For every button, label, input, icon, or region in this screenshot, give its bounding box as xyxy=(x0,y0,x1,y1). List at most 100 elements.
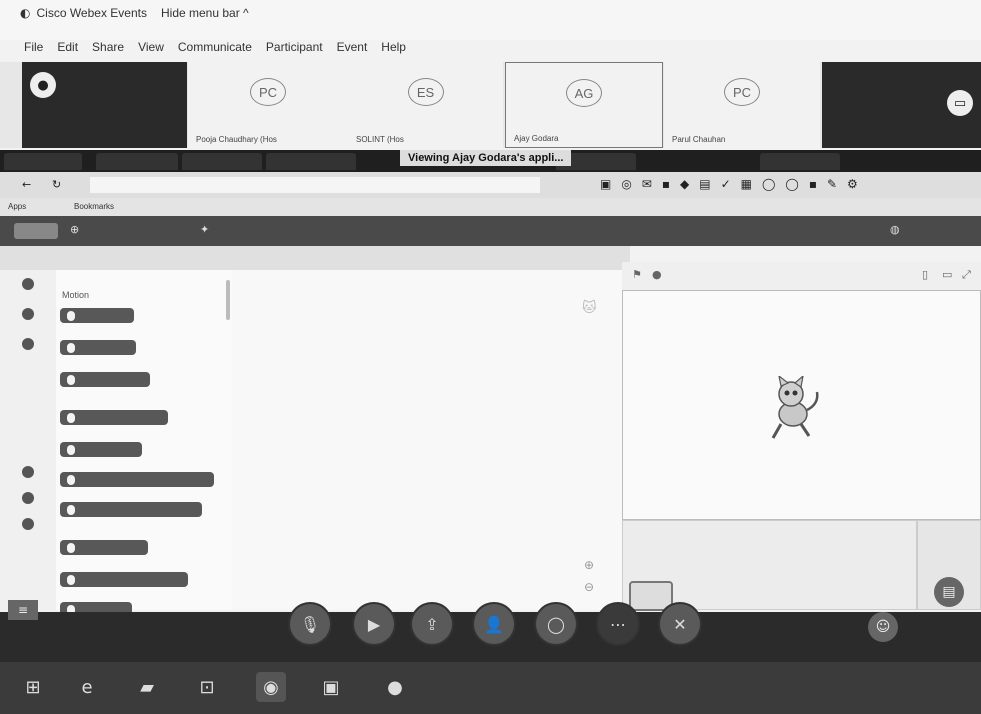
motion-block[interactable] xyxy=(60,472,214,487)
menu-communicate[interactable]: Communicate xyxy=(178,40,252,60)
motion-block[interactable] xyxy=(60,540,148,555)
scratch-cat-sprite[interactable] xyxy=(763,376,823,446)
palette-scrollbar[interactable] xyxy=(226,280,230,320)
participant-name: SOLINT (Hos xyxy=(356,135,404,144)
browser-tab[interactable] xyxy=(182,153,262,170)
edge-browser-icon[interactable]: e xyxy=(72,672,102,702)
extension-icons[interactable]: ▣◎✉▪◆▤✓▦◯◯▪✎⚙ xyxy=(600,177,868,191)
store-icon[interactable]: ⊡ xyxy=(192,672,222,702)
browser-tab[interactable] xyxy=(4,153,82,170)
participant-name: Ajay Godara xyxy=(514,134,559,143)
more-button[interactable]: ⋯ xyxy=(598,604,638,644)
end-call-icon: ✕ xyxy=(673,614,687,634)
browser-tab[interactable] xyxy=(760,153,840,170)
motion-block[interactable] xyxy=(60,502,202,517)
stage-header: ⚑ ● ▯ ▭ ⤢ xyxy=(622,262,981,290)
menu-view[interactable]: View xyxy=(138,40,164,60)
hide-menu-bar-link[interactable]: Hide menu bar ^ xyxy=(161,6,249,20)
reload-icon[interactable]: ↻ xyxy=(52,178,61,191)
start-icon[interactable]: ⊞ xyxy=(18,672,48,702)
category-item[interactable] xyxy=(0,518,56,532)
end-meeting-button[interactable]: ✕ xyxy=(660,604,700,644)
account-icon[interactable]: ◍ xyxy=(890,223,900,236)
participant-tile[interactable]: PC Parul Chauhan xyxy=(664,62,820,148)
sprite-info-panel xyxy=(622,520,917,611)
browser-tab[interactable] xyxy=(96,153,178,170)
category-item[interactable] xyxy=(0,278,56,292)
mute-button[interactable]: 🎙 xyxy=(290,604,330,644)
menu-file[interactable]: File xyxy=(24,40,43,60)
globe-icon[interactable]: ⊕ xyxy=(70,223,79,236)
video-icon: ▶ xyxy=(367,614,381,634)
back-icon[interactable]: ← xyxy=(22,178,31,191)
participant-name: Parul Chauhan xyxy=(672,135,726,144)
participant-avatar: AG xyxy=(566,79,602,107)
sprite-watermark-icon: 🐱 xyxy=(582,300,597,316)
choose-backdrop-icon[interactable]: ▤ xyxy=(934,577,964,607)
add-extension-icon[interactable]: ≡ xyxy=(8,600,38,620)
sprite-thumbnail[interactable] xyxy=(629,581,673,611)
motion-block[interactable] xyxy=(60,372,150,387)
category-item[interactable] xyxy=(0,338,56,352)
self-video-tile[interactable]: ● xyxy=(22,62,187,148)
app-title-bar: ◐ Cisco Webex Events Hide menu bar ^ xyxy=(0,0,981,40)
motion-block[interactable] xyxy=(60,572,188,587)
app-taskbar-icon[interactable]: ● xyxy=(380,672,410,702)
participants-button[interactable]: 👤 xyxy=(474,604,514,644)
category-item[interactable] xyxy=(0,492,56,506)
address-bar: ← ↻ ▣◎✉▪◆▤✓▦◯◯▪✎⚙ xyxy=(0,172,981,198)
category-item[interactable] xyxy=(0,466,56,480)
chat-button[interactable]: ◯ xyxy=(536,604,576,644)
video-tile[interactable]: ▭ xyxy=(822,62,981,148)
palette-heading: Motion xyxy=(62,290,90,300)
participant-tile-active[interactable]: AG Ajay Godara xyxy=(505,62,663,148)
participant-tile[interactable]: ES SOLINT (Hos xyxy=(348,62,503,148)
bookmark-item[interactable]: Apps xyxy=(8,202,26,211)
small-stage-icon[interactable]: ▯ xyxy=(922,268,928,281)
menu-participant[interactable]: Participant xyxy=(266,40,323,60)
category-item[interactable] xyxy=(0,308,56,322)
chrome-icon[interactable]: ◉ xyxy=(256,672,286,702)
menu-share[interactable]: Share xyxy=(92,40,124,60)
motion-block[interactable] xyxy=(60,442,142,457)
webex-taskbar-icon[interactable]: ▣ xyxy=(316,672,346,702)
menu-bar: File Edit Share View Communicate Partici… xyxy=(24,40,406,60)
mic-off-icon: 🎙 xyxy=(299,614,321,634)
webex-logo-icon: ◐ xyxy=(20,6,31,20)
scratch-menu-bar: ⊕ ✦ ◍ xyxy=(0,216,981,246)
participant-avatar: ES xyxy=(407,78,444,106)
motion-block[interactable] xyxy=(60,308,134,323)
bookmarks-bar: Apps Bookmarks xyxy=(0,198,981,216)
scratch-logo[interactable] xyxy=(14,223,58,239)
menu-event[interactable]: Event xyxy=(337,40,368,60)
share-button[interactable]: ⇪ xyxy=(412,604,452,644)
participant-name: Pooja Chaudhary (Hos xyxy=(196,135,277,144)
zoom-in-icon[interactable]: ⊕ xyxy=(584,558,594,572)
stop-icon[interactable]: ● xyxy=(652,268,662,281)
fullscreen-icon[interactable]: ⤢ xyxy=(962,268,971,282)
motion-block[interactable] xyxy=(60,410,168,425)
camera-icon[interactable]: ● xyxy=(30,72,56,98)
green-flag-icon[interactable]: ⚑ xyxy=(632,268,642,281)
code-workspace[interactable]: 🐱 ⊕ ⊖ xyxy=(232,270,622,610)
stage[interactable] xyxy=(622,290,981,520)
participants-icon: 👤 xyxy=(484,614,504,634)
bookmark-item[interactable]: Bookmarks xyxy=(74,202,114,211)
menu-help[interactable]: Help xyxy=(381,40,406,60)
layout-icon[interactable]: ▭ xyxy=(947,90,973,116)
file-explorer-icon[interactable]: ▰ xyxy=(132,672,162,702)
url-field[interactable] xyxy=(90,177,540,193)
participant-tile[interactable]: PC Pooja Chaudhary (Hos xyxy=(188,62,348,148)
share-project-icon[interactable]: ✦ xyxy=(200,223,209,236)
sharing-banner: Viewing Ajay Godara's appli... xyxy=(400,150,572,166)
menu-edit[interactable]: Edit xyxy=(57,40,78,60)
participant-avatar: PC xyxy=(724,78,760,106)
browser-tab[interactable] xyxy=(266,153,356,170)
zoom-out-icon[interactable]: ⊖ xyxy=(584,580,594,594)
choose-sprite-icon[interactable]: ☺ xyxy=(868,612,898,642)
block-palette: Motion xyxy=(56,270,233,617)
large-stage-icon[interactable]: ▭ xyxy=(942,268,952,281)
video-button[interactable]: ▶ xyxy=(354,604,394,644)
chat-icon: ◯ xyxy=(547,614,565,634)
motion-block[interactable] xyxy=(60,340,136,355)
